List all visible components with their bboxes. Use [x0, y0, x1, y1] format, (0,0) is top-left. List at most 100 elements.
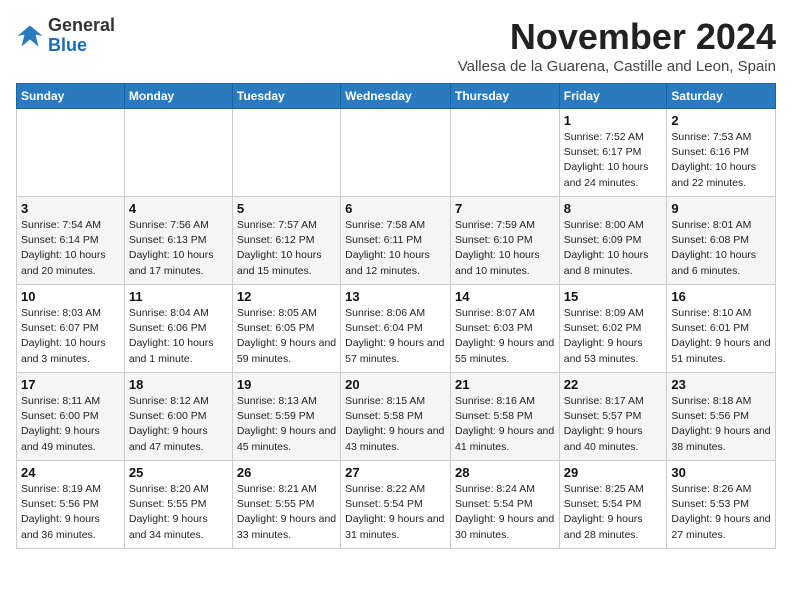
day-info: Sunrise: 8:16 AM Sunset: 5:58 PM Dayligh…: [455, 394, 555, 455]
day-info: Sunrise: 8:19 AM Sunset: 5:56 PM Dayligh…: [21, 482, 120, 543]
day-cell: 11 Sunrise: 8:04 AM Sunset: 6:06 PM Dayli…: [124, 285, 232, 373]
day-cell: 22 Sunrise: 8:17 AM Sunset: 5:57 PM Dayli…: [559, 373, 667, 461]
day-cell: 3Sunrise: 7:54 AM Sunset: 6:14 PM Daylig…: [17, 197, 125, 285]
weekday-header-tuesday: Tuesday: [232, 84, 340, 109]
day-cell: 14Sunrise: 8:07 AM Sunset: 6:03 PM Dayli…: [450, 285, 559, 373]
day-number: 28: [455, 465, 555, 480]
day-info: Sunrise: 8:05 AM Sunset: 6:05 PM Dayligh…: [237, 306, 336, 367]
weekday-header-saturday: Saturday: [667, 84, 776, 109]
day-cell: 29Sunrise: 8:25 AM Sunset: 5:54 PM Dayli…: [559, 461, 667, 549]
day-number: 16: [671, 289, 771, 304]
day-cell: 10Sunrise: 8:03 AM Sunset: 6:07 PM Dayli…: [17, 285, 125, 373]
day-info: Sunrise: 8:24 AM Sunset: 5:54 PM Dayligh…: [455, 482, 555, 543]
day-cell: [341, 109, 451, 197]
day-cell: 26 Sunrise: 8:21 AM Sunset: 5:55 PM Dayli…: [232, 461, 340, 549]
weekday-header-monday: Monday: [124, 84, 232, 109]
day-info: Sunrise: 7:52 AM Sunset: 6:17 PM Dayligh…: [564, 130, 663, 191]
day-cell: [17, 109, 125, 197]
day-info: Sunrise: 7:59 AM Sunset: 6:10 PM Dayligh…: [455, 218, 555, 279]
day-cell: 18 Sunrise: 8:12 AM Sunset: 6:00 PM Dayli…: [124, 373, 232, 461]
day-info: Sunrise: 8:25 AM Sunset: 5:54 PM Dayligh…: [564, 482, 663, 543]
day-cell: 1 Sunrise: 7:52 AM Sunset: 6:17 PM Daylig…: [559, 109, 667, 197]
day-info: Sunrise: 7:58 AM Sunset: 6:11 PM Dayligh…: [345, 218, 446, 279]
day-info: Sunrise: 7:54 AM Sunset: 6:14 PM Dayligh…: [21, 218, 120, 279]
day-info: Sunrise: 7:56 AM Sunset: 6:13 PM Dayligh…: [129, 218, 228, 279]
day-number: 14: [455, 289, 555, 304]
week-row-1: 1 Sunrise: 7:52 AM Sunset: 6:17 PM Daylig…: [17, 109, 776, 197]
day-cell: 12 Sunrise: 8:05 AM Sunset: 6:05 PM Dayli…: [232, 285, 340, 373]
day-number: 17: [21, 377, 120, 392]
day-number: 9: [671, 201, 771, 216]
day-number: 11: [129, 289, 228, 304]
day-cell: [124, 109, 232, 197]
week-row-5: 24 Sunrise: 8:19 AM Sunset: 5:56 PM Dayli…: [17, 461, 776, 549]
day-number: 2: [671, 113, 771, 128]
day-info: Sunrise: 8:06 AM Sunset: 6:04 PM Dayligh…: [345, 306, 446, 367]
day-number: 26: [237, 465, 336, 480]
weekday-header-row: SundayMondayTuesdayWednesdayThursdayFrid…: [17, 84, 776, 109]
week-row-4: 17 Sunrise: 8:11 AM Sunset: 6:00 PM Dayli…: [17, 373, 776, 461]
day-info: Sunrise: 8:22 AM Sunset: 5:54 PM Dayligh…: [345, 482, 446, 543]
week-row-3: 10Sunrise: 8:03 AM Sunset: 6:07 PM Dayli…: [17, 285, 776, 373]
day-cell: 15 Sunrise: 8:09 AM Sunset: 6:02 PM Dayli…: [559, 285, 667, 373]
day-cell: [232, 109, 340, 197]
day-cell: 8 Sunrise: 8:00 AM Sunset: 6:09 PM Daylig…: [559, 197, 667, 285]
day-info: Sunrise: 8:12 AM Sunset: 6:00 PM Dayligh…: [129, 394, 228, 455]
day-number: 1: [564, 113, 663, 128]
day-number: 27: [345, 465, 446, 480]
day-cell: 30Sunrise: 8:26 AM Sunset: 5:53 PM Dayli…: [667, 461, 776, 549]
day-info: Sunrise: 8:17 AM Sunset: 5:57 PM Dayligh…: [564, 394, 663, 455]
day-number: 25: [129, 465, 228, 480]
page-header: General Blue November 2024 Vallesa de la…: [16, 16, 776, 75]
day-number: 10: [21, 289, 120, 304]
day-cell: 6 Sunrise: 7:58 AM Sunset: 6:11 PM Daylig…: [341, 197, 451, 285]
logo-general: General: [48, 15, 115, 35]
day-number: 20: [345, 377, 446, 392]
day-info: Sunrise: 8:00 AM Sunset: 6:09 PM Dayligh…: [564, 218, 663, 279]
weekday-header-friday: Friday: [559, 84, 667, 109]
day-number: 22: [564, 377, 663, 392]
day-number: 24: [21, 465, 120, 480]
day-number: 18: [129, 377, 228, 392]
day-info: Sunrise: 7:53 AM Sunset: 6:16 PM Dayligh…: [671, 130, 771, 191]
day-info: Sunrise: 8:04 AM Sunset: 6:06 PM Dayligh…: [129, 306, 228, 367]
day-cell: 23 Sunrise: 8:18 AM Sunset: 5:56 PM Dayli…: [667, 373, 776, 461]
weekday-header-wednesday: Wednesday: [341, 84, 451, 109]
day-cell: [450, 109, 559, 197]
day-info: Sunrise: 8:11 AM Sunset: 6:00 PM Dayligh…: [21, 394, 120, 455]
day-number: 5: [237, 201, 336, 216]
title-section: November 2024 Vallesa de la Guarena, Cas…: [458, 16, 776, 75]
day-cell: 24 Sunrise: 8:19 AM Sunset: 5:56 PM Dayli…: [17, 461, 125, 549]
week-row-2: 3Sunrise: 7:54 AM Sunset: 6:14 PM Daylig…: [17, 197, 776, 285]
day-cell: 17 Sunrise: 8:11 AM Sunset: 6:00 PM Dayli…: [17, 373, 125, 461]
weekday-header-sunday: Sunday: [17, 84, 125, 109]
day-number: 12: [237, 289, 336, 304]
day-cell: 25Sunrise: 8:20 AM Sunset: 5:55 PM Dayli…: [124, 461, 232, 549]
day-info: Sunrise: 8:15 AM Sunset: 5:58 PM Dayligh…: [345, 394, 446, 455]
day-number: 30: [671, 465, 771, 480]
weekday-header-thursday: Thursday: [450, 84, 559, 109]
day-cell: 4 Sunrise: 7:56 AM Sunset: 6:13 PM Daylig…: [124, 197, 232, 285]
logo-bird-icon: [16, 22, 44, 50]
day-info: Sunrise: 8:18 AM Sunset: 5:56 PM Dayligh…: [671, 394, 771, 455]
logo-text: General Blue: [48, 16, 115, 56]
day-info: Sunrise: 8:10 AM Sunset: 6:01 PM Dayligh…: [671, 306, 771, 367]
day-info: Sunrise: 7:57 AM Sunset: 6:12 PM Dayligh…: [237, 218, 336, 279]
day-number: 4: [129, 201, 228, 216]
day-info: Sunrise: 8:09 AM Sunset: 6:02 PM Dayligh…: [564, 306, 663, 367]
day-cell: 9 Sunrise: 8:01 AM Sunset: 6:08 PM Daylig…: [667, 197, 776, 285]
day-cell: 19Sunrise: 8:13 AM Sunset: 5:59 PM Dayli…: [232, 373, 340, 461]
day-cell: 20 Sunrise: 8:15 AM Sunset: 5:58 PM Dayli…: [341, 373, 451, 461]
day-info: Sunrise: 8:13 AM Sunset: 5:59 PM Dayligh…: [237, 394, 336, 455]
day-info: Sunrise: 8:01 AM Sunset: 6:08 PM Dayligh…: [671, 218, 771, 279]
day-number: 21: [455, 377, 555, 392]
day-number: 7: [455, 201, 555, 216]
day-number: 15: [564, 289, 663, 304]
logo-blue: Blue: [48, 35, 87, 55]
day-number: 13: [345, 289, 446, 304]
day-number: 8: [564, 201, 663, 216]
day-number: 23: [671, 377, 771, 392]
day-number: 6: [345, 201, 446, 216]
day-cell: 27 Sunrise: 8:22 AM Sunset: 5:54 PM Dayli…: [341, 461, 451, 549]
day-info: Sunrise: 8:21 AM Sunset: 5:55 PM Dayligh…: [237, 482, 336, 543]
